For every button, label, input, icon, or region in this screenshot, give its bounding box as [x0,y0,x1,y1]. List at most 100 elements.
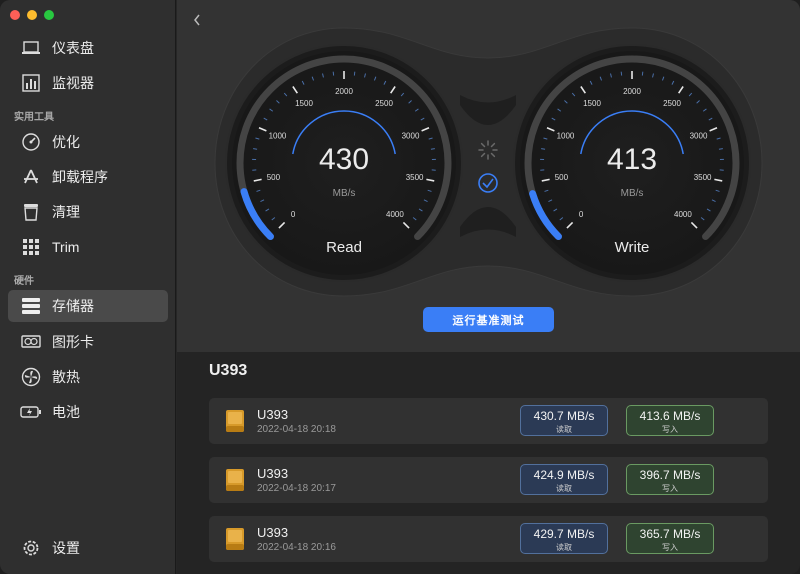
sidebar-item-label: 设置 [52,540,80,556]
laptop-icon [20,37,42,59]
read-tick-label: 1000 [269,131,287,140]
read-tick-label: 3000 [402,131,420,140]
hard-drive-icon [226,469,244,491]
write-tick-label: 4000 [674,210,692,219]
sidebar-item-gpu[interactable]: 图形卡 [8,326,168,358]
sidebar-item-settings[interactable]: 设置 [8,532,168,564]
hard-drive-icon [226,410,244,432]
write-tick-label: 3000 [690,131,708,140]
read-result-badge: 430.7 MB/s 读取 [520,405,608,436]
write-unit: MB/s [620,188,644,199]
read-tick-label: 3500 [406,173,424,182]
battery-icon [20,401,42,423]
read-value: 430 [318,143,370,176]
gear-icon [20,537,42,559]
write-tick-label: 1500 [583,99,601,108]
fan-icon [20,366,42,388]
speedometer-icon [20,131,42,153]
read-tick [253,148,258,150]
gauges-display: 0 500 1000 1500 2000 2500 3000 3500 4000 0 500 100… [214,27,763,297]
result-name: U393 [257,407,289,422]
sidebar-item-clean[interactable]: 清理 [8,196,168,228]
chart-icon [20,72,42,94]
benchmark-panel: 0 500 1000 1500 2000 2500 3000 3500 4000 0 500 100… [177,0,800,352]
section-label-tools: 实用工具 [14,112,54,123]
write-tick-label: 1000 [557,131,575,140]
write-tick-label: 3500 [694,173,712,182]
read-result-badge: 429.7 MB/s 读取 [520,523,608,554]
read-result-label: 读取 [556,543,572,552]
sidebar-item-label: 优化 [52,134,80,150]
sidebar-item-label: 监视器 [52,75,94,91]
main-content: 0 500 1000 1500 2000 2500 3000 3500 4000 0 500 100… [177,0,800,574]
storage-icon [20,295,42,317]
app-window: 仪表盘 监视器 实用工具 优化 卸载程序 清理 Trim 硬件 存储器 图形卡 … [0,0,800,574]
read-tick-label: 500 [267,173,281,182]
hard-drive-icon [226,528,244,550]
result-row: U393 2022-04-18 20:17 424.9 MB/s 读取 396.7… [209,457,768,503]
sidebar-item-trim[interactable]: Trim [8,231,168,263]
close-window-button[interactable] [10,10,20,20]
result-row: U393 2022-04-18 20:16 429.7 MB/s 读取 365.7… [209,516,768,562]
sidebar-item-optimize[interactable]: 优化 [8,126,168,158]
app-store-icon [20,166,42,188]
run-benchmark-button[interactable]: 运行基准测试 [423,307,554,332]
zoom-window-button[interactable] [44,10,54,20]
sidebar-item-battery[interactable]: 电池 [8,396,168,428]
result-row: U393 2022-04-18 20:18 430.7 MB/s 读取 413.6… [209,398,768,444]
read-result-value: 424.9 MB/s [533,468,595,482]
read-result-value: 429.7 MB/s [533,527,595,541]
sidebar-item-uninstaller[interactable]: 卸载程序 [8,161,168,193]
result-name: U393 [257,525,289,540]
write-result-label: 写入 [662,425,678,434]
trash-icon [20,201,42,223]
read-result-label: 读取 [556,484,572,493]
read-tick [430,148,435,150]
sidebar-item-label: 卸载程序 [52,169,108,185]
read-tick-label: 0 [291,210,296,219]
result-name: U393 [257,466,289,481]
write-result-label: 写入 [662,484,678,493]
read-result-value: 430.7 MB/s [533,409,595,423]
write-label: Write [614,239,650,256]
sidebar-item-storage[interactable]: 存储器 [8,290,168,322]
write-tick [541,148,546,150]
write-result-badge: 396.7 MB/s 写入 [626,464,714,495]
sidebar-item-label: 清理 [52,204,80,220]
write-result-badge: 365.7 MB/s 写入 [626,523,714,554]
sidebar-item-label: 电池 [52,404,80,420]
minimize-window-button[interactable] [27,10,37,20]
results-panel: U393 U393 2022-04-18 20:18 430.7 MB/s 读取 … [177,352,800,574]
write-value: 413 [606,143,658,176]
write-tick-label: 2000 [623,87,641,96]
result-date: 2022-04-18 20:18 [257,424,336,435]
grid-icon [20,236,42,258]
drive-title: U393 [209,362,248,379]
sidebar-item-label: 图形卡 [52,334,94,350]
sidebar-item-monitor[interactable]: 监视器 [8,67,168,99]
gpu-icon [20,331,42,353]
write-tick-label: 500 [555,173,569,182]
write-result-value: 396.7 MB/s [639,468,701,482]
read-tick-label: 2000 [335,87,353,96]
write-tick [718,148,723,150]
read-tick-label: 4000 [386,210,404,219]
result-date: 2022-04-18 20:17 [257,483,336,494]
sidebar-item-label: 存储器 [52,298,94,314]
read-unit: MB/s [332,188,356,199]
sidebar-item-label: Trim [52,239,80,255]
read-tick-label: 2500 [375,99,393,108]
window-controls [10,10,54,20]
write-result-label: 写入 [662,543,678,552]
write-result-value: 365.7 MB/s [639,527,701,541]
read-result-badge: 424.9 MB/s 读取 [520,464,608,495]
read-tick-label: 1500 [295,99,313,108]
write-tick-label: 2500 [663,99,681,108]
read-label: Read [326,239,362,256]
sidebar-item-label: 仪表盘 [52,40,94,56]
write-result-badge: 413.6 MB/s 写入 [626,405,714,436]
sidebar-item-dashboard[interactable]: 仪表盘 [8,32,168,64]
sidebar: 仪表盘 监视器 实用工具 优化 卸载程序 清理 Trim 硬件 存储器 图形卡 … [0,0,176,574]
sidebar-item-label: 散热 [52,369,80,385]
sidebar-item-cooling[interactable]: 散热 [8,361,168,393]
